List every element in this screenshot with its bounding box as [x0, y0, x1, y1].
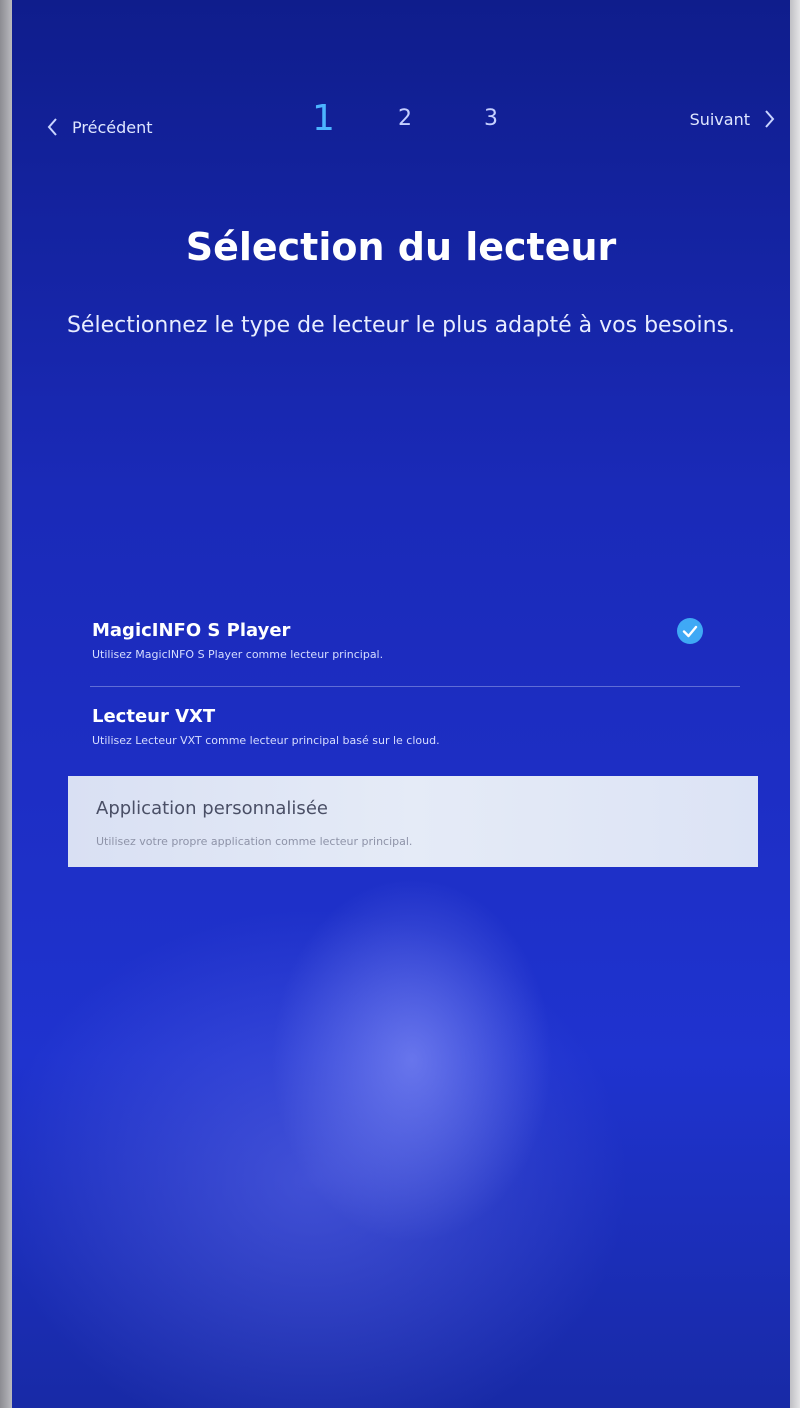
option-magicinfo-s-player[interactable]: MagicINFO S Player Utilisez MagicINFO S …: [92, 620, 740, 661]
setup-screen: Précédent 1 2 3 Suivant Sélection du lec…: [12, 0, 790, 1408]
chevron-right-icon: [765, 110, 775, 128]
option-description: Utilisez Lecteur VXT comme lecteur princ…: [92, 734, 440, 747]
next-button[interactable]: Suivant: [690, 108, 776, 130]
bezel-left: [0, 0, 12, 1408]
option-title: Lecteur VXT: [92, 706, 216, 727]
option-custom-application[interactable]: Application personnalisée Utilisez votre…: [68, 776, 758, 867]
chevron-left-icon: [47, 118, 57, 136]
option-title: Application personnalisée: [96, 798, 328, 819]
page-subtitle: Sélectionnez le type de lecteur le plus …: [66, 313, 736, 338]
option-description: Utilisez MagicINFO S Player comme lecteu…: [92, 648, 384, 661]
step-3: 3: [484, 106, 498, 131]
checkmark-circle-icon: [677, 618, 703, 644]
page-title: Sélection du lecteur: [185, 225, 617, 269]
step-2: 2: [398, 106, 412, 131]
step-indicator: 1 2 3: [312, 101, 570, 137]
next-label: Suivant: [689, 109, 750, 129]
option-description: Utilisez votre propre application comme …: [96, 835, 413, 848]
option-lecteur-vxt[interactable]: Lecteur VXT Utilisez Lecteur VXT comme l…: [92, 706, 740, 747]
option-title: MagicINFO S Player: [92, 620, 291, 641]
previous-button[interactable]: Précédent: [46, 116, 153, 138]
previous-label: Précédent: [72, 117, 153, 137]
bezel-right: [790, 0, 800, 1408]
step-1: 1: [312, 98, 335, 139]
divider: [90, 686, 740, 687]
